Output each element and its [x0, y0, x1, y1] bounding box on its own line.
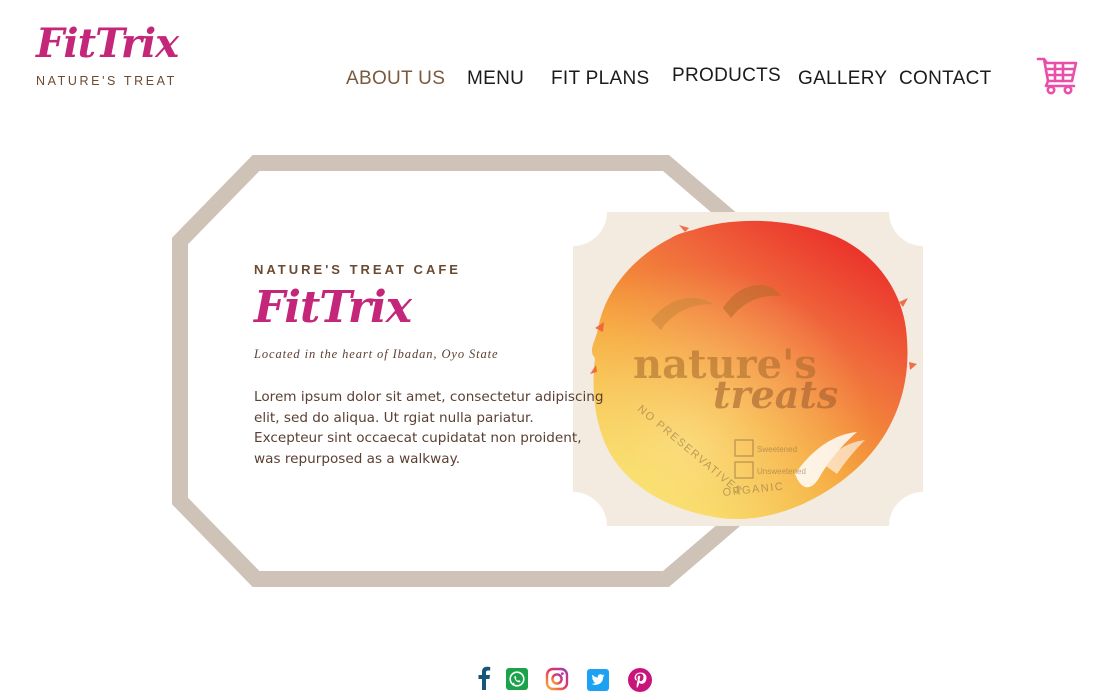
page: FitTrix NATURE'S TREAT ABOUT US MENU FIT…	[0, 0, 1100, 700]
shopping-cart-icon	[1036, 57, 1078, 95]
hero-description: Lorem ipsum dolor sit amet, consectetur …	[254, 389, 604, 467]
svg-text:Sweetened: Sweetened	[757, 445, 797, 454]
twitter-icon	[587, 669, 609, 691]
hero-content: NATURE'S TREAT CAFE FitTrix Located in t…	[254, 262, 614, 469]
facebook-icon	[478, 666, 491, 690]
pinterest-icon	[628, 668, 652, 692]
main-nav: ABOUT US MENU FIT PLANS PRODUCTS GALLERY…	[0, 0, 1100, 110]
facebook-link[interactable]	[470, 663, 498, 693]
instagram-link[interactable]	[543, 663, 571, 693]
nav-item-about-us[interactable]: ABOUT US	[346, 68, 445, 90]
product-photo: nature's treats NO PRESERVATIVES ORGANIC…	[573, 212, 923, 526]
twitter-link[interactable]	[584, 663, 612, 693]
hero-eyebrow: NATURE'S TREAT CAFE	[254, 262, 461, 277]
svg-text:Unsweetened: Unsweetened	[757, 467, 806, 476]
pinterest-link[interactable]	[626, 663, 654, 693]
nav-item-products[interactable]: PRODUCTS	[672, 65, 781, 87]
cart-button[interactable]	[1036, 55, 1078, 95]
nav-item-gallery[interactable]: GALLERY	[798, 68, 887, 90]
svg-text:treats: treats	[713, 372, 838, 417]
nav-item-contact[interactable]: CONTACT	[899, 68, 992, 90]
nav-item-fit-plans[interactable]: FIT PLANS	[551, 68, 649, 90]
hero-location: Located in the heart of Ibadan, Oyo Stat…	[254, 347, 499, 361]
whatsapp-icon	[506, 668, 528, 690]
instagram-icon	[545, 667, 569, 691]
nav-item-menu[interactable]: MENU	[467, 68, 524, 90]
whatsapp-link[interactable]	[503, 663, 531, 693]
hero-title: FitTrix	[254, 282, 412, 333]
